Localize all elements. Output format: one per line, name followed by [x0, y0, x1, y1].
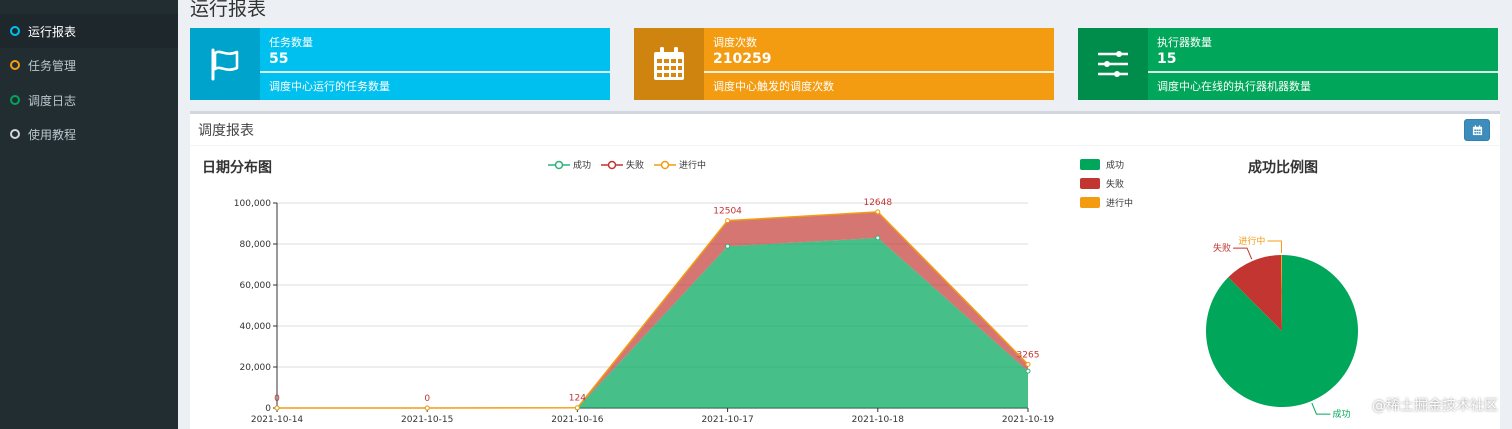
data-label: 12504 — [713, 207, 742, 217]
info-box-label: 任务数量 — [269, 36, 313, 49]
info-box-task-count: 任务数量 55 调度中心运行的任务数量 — [190, 28, 610, 100]
pie-label: 进行中 — [1238, 235, 1265, 247]
sidebar-item-report[interactable]: 运行报表 — [0, 14, 178, 48]
info-box-description: 调度中心触发的调度次数 — [713, 80, 834, 93]
legend-label: 进行中 — [1106, 199, 1134, 209]
legend-label: 成功 — [1106, 161, 1125, 171]
running-point — [274, 405, 280, 411]
legend-line-marker — [548, 160, 570, 169]
legend-item-success[interactable]: 成功 — [1080, 155, 1133, 174]
line-chart: 0 20,000 40,000 60,000 80,000 100,000 2021-10… — [234, 198, 1055, 424]
pie-label-line — [1311, 402, 1331, 415]
legend-item-success[interactable]: 成功 — [548, 158, 591, 171]
sliders-icon — [1078, 28, 1148, 100]
pie-label-line — [1267, 240, 1283, 254]
y-tick-label: 20,000 — [240, 363, 272, 373]
legend-label: 成功 — [573, 161, 592, 171]
x-tick-label: 2021-10-16 — [551, 415, 604, 424]
circle-icon — [10, 129, 20, 139]
progress-divider — [1148, 71, 1498, 73]
data-label: 0 — [424, 394, 430, 404]
running-point — [725, 218, 731, 224]
info-box-executor-count: 执行器数量 15 调度中心在线的执行器机器数量 — [1078, 28, 1498, 100]
data-label: 12648 — [863, 198, 892, 208]
y-tick-label: 80,000 — [240, 240, 272, 250]
x-tick-label: 2021-10-15 — [401, 415, 453, 424]
sidebar-item-label: 任务管理 — [28, 58, 77, 73]
info-box-number: 210259 — [713, 51, 772, 67]
pie-chart-title: 成功比例图 — [1248, 160, 1318, 176]
legend-line-marker — [654, 160, 677, 169]
sidebar-item-tutorial[interactable]: 使用教程 — [0, 117, 178, 151]
legend-line-marker — [601, 160, 624, 169]
x-tick-label: 2021-10-14 — [251, 415, 304, 424]
legend-item-fail[interactable]: 失败 — [1080, 174, 1133, 193]
legend-label: 失败 — [626, 161, 645, 171]
info-box-label: 调度次数 — [713, 36, 757, 49]
sidebar-item-label: 运行报表 — [28, 24, 77, 39]
line-chart-title: 日期分布图 — [202, 160, 272, 176]
pie-chart-legend: 成功 失败 进行中 — [1080, 155, 1133, 212]
sidebar: 运行报表 任务管理 调度日志 使用教程 — [0, 0, 178, 429]
data-label: 3265 — [1017, 350, 1040, 360]
progress-divider — [704, 71, 1054, 73]
running-point — [1025, 361, 1031, 367]
page-title: 运行报表 — [190, 0, 267, 20]
report-panel-header: 调度报表 — [190, 114, 1500, 146]
flag-icon — [190, 28, 260, 100]
sidebar-item-schedule-log[interactable]: 调度日志 — [0, 83, 178, 117]
report-panel-title: 调度报表 — [198, 123, 254, 139]
progress-divider — [260, 71, 610, 73]
y-tick-label: 60,000 — [240, 281, 272, 291]
x-tick-label: 2021-10-17 — [701, 415, 753, 424]
info-box-label: 执行器数量 — [1157, 36, 1212, 49]
legend-swatch — [1080, 178, 1100, 189]
y-tick-label: 0 — [265, 404, 271, 414]
circle-icon — [10, 26, 20, 36]
running-point — [875, 209, 881, 215]
pie-label-line — [1233, 247, 1253, 260]
data-label: 124 — [569, 394, 586, 404]
legend-label: 失败 — [1106, 180, 1125, 190]
sidebar-item-label: 调度日志 — [28, 93, 77, 108]
y-tick-label: 40,000 — [240, 322, 272, 332]
pie-label: 成功 — [1332, 408, 1350, 420]
legend-label: 进行中 — [679, 161, 707, 171]
x-tick-label: 2021-10-19 — [1002, 415, 1055, 424]
running-point — [424, 405, 430, 411]
data-label: 0 — [274, 394, 280, 404]
watermark: @稀土掘金技术社区 — [1372, 398, 1498, 414]
legend-item-fail[interactable]: 失败 — [601, 158, 644, 171]
report-panel: 调度报表 日期分布图 成功 失败 进行中 0 20,000 40,000 60,… — [190, 111, 1500, 429]
circle-icon — [10, 60, 20, 70]
legend-item-running[interactable]: 进行中 — [654, 158, 706, 171]
y-tick-label: 100,000 — [234, 199, 271, 209]
info-box-number: 55 — [269, 51, 289, 67]
success-point — [875, 235, 881, 241]
calendar-icon — [634, 28, 704, 100]
circle-icon — [10, 95, 20, 105]
success-point — [1025, 368, 1031, 374]
date-range-button[interactable] — [1464, 119, 1490, 141]
legend-swatch — [1080, 197, 1100, 208]
info-box-number: 15 — [1157, 51, 1177, 67]
calendar-icon — [1472, 124, 1482, 135]
main-content: 运行报表 任务数量 55 调度中心运行的任务数量 调度次数 210259 调度中… — [178, 0, 1512, 429]
line-chart-legend: 成功 失败 进行中 — [548, 158, 706, 171]
running-point — [574, 405, 580, 411]
info-box-schedule-count: 调度次数 210259 调度中心触发的调度次数 — [634, 28, 1054, 100]
info-box-description: 调度中心在线的执行器机器数量 — [1157, 80, 1311, 93]
sidebar-item-label: 使用教程 — [28, 127, 77, 142]
info-box-description: 调度中心运行的任务数量 — [269, 80, 390, 93]
pie-label: 失败 — [1213, 242, 1231, 254]
x-tick-label: 2021-10-18 — [852, 415, 905, 424]
legend-item-running[interactable]: 进行中 — [1080, 193, 1133, 212]
sidebar-item-task-management[interactable]: 任务管理 — [0, 48, 178, 82]
success-point — [725, 243, 731, 249]
legend-swatch — [1080, 159, 1100, 170]
